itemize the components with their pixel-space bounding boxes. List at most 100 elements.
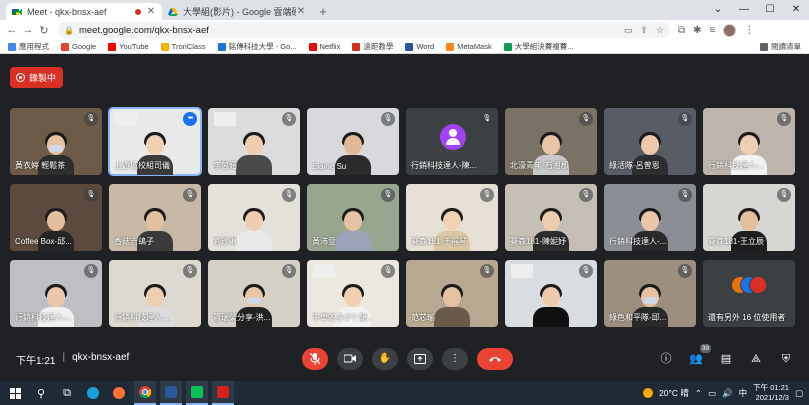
participant-tile[interactable]: ••• 上遊城校組司儀: [108, 107, 202, 176]
participant-name: 范芯瑜: [411, 313, 435, 322]
new-tab-icon[interactable]: +: [314, 3, 332, 20]
extensions-puzzle-icon[interactable]: ✱: [693, 25, 701, 36]
participant-tile[interactable]: 🎙︎ 黃沛萱: [307, 184, 399, 251]
media-control-icon[interactable]: ≡: [710, 25, 716, 36]
clock[interactable]: 下午 01:21 2021/12/3: [753, 383, 789, 403]
participant-tile[interactable]: 🎙︎ 行銷科技達人-...: [604, 184, 696, 251]
bookmark-item[interactable]: 大學組決賽複賽...: [503, 41, 574, 52]
maximize-icon[interactable]: ☐: [757, 0, 783, 20]
bookmark-item[interactable]: 銘傳科技大學 - Go...: [217, 41, 297, 52]
reading-list-button[interactable]: 閱讀清單: [760, 41, 801, 52]
window-controls: ⌄ — ☐ ✕: [705, 0, 809, 20]
participant-name: Elaine Su: [312, 162, 347, 171]
participant-tile[interactable]: 🎙︎ 綠色和平隊-邱...: [604, 260, 696, 327]
host-controls-button[interactable]: ⛨: [777, 348, 795, 370]
lock-icon[interactable]: 🔒: [64, 26, 74, 35]
back-icon[interactable]: ←: [4, 24, 20, 36]
browser-tab-strip: Meet - qkx-bnsx-aef ✕ 大學組(影片) - Google 雲…: [0, 0, 809, 20]
mic-off-icon: 🎙︎: [777, 112, 791, 126]
more-options-button[interactable]: ⋮: [442, 348, 468, 370]
participant-tile[interactable]: 🎙︎ 賽森181-陳妮妤: [505, 184, 597, 251]
notification-icon[interactable]: ▢: [795, 388, 803, 399]
forward-icon[interactable]: →: [20, 24, 36, 36]
participant-tile[interactable]: 🎙︎ 李茵涵: [208, 108, 300, 175]
others-tile[interactable]: 還有另外 16 位使用者: [703, 260, 795, 327]
acrobat-icon[interactable]: [212, 381, 234, 405]
chat-button[interactable]: ▤: [717, 348, 735, 370]
extension-icon[interactable]: ⧉: [678, 25, 685, 36]
meeting-info-separator: |: [62, 352, 66, 363]
network-icon[interactable]: ▭: [708, 388, 716, 399]
participant-tile[interactable]: 🎙︎ 蕭瑞榮分享-洪...: [208, 260, 300, 327]
close-tab-icon[interactable]: ✕: [296, 6, 306, 17]
minimize-icon[interactable]: —: [731, 0, 757, 20]
background-poster: [313, 264, 335, 278]
people-button[interactable]: 👥 39: [687, 344, 711, 370]
participant-tile[interactable]: 🎙︎ 行銷科技達人-...: [109, 260, 201, 327]
weather-text[interactable]: 20°C 晴: [659, 387, 689, 399]
participant-tile[interactable]: 🎙︎ 北濠青年-石湘郡: [505, 108, 597, 175]
participant-tile[interactable]: 🎙︎ 行銷科技達人-陳...: [406, 108, 498, 175]
camera-button[interactable]: [337, 348, 363, 370]
present-button[interactable]: [407, 348, 433, 370]
volume-icon[interactable]: 🔊: [722, 388, 733, 399]
raise-hand-button[interactable]: ✋: [372, 348, 398, 370]
bookmark-item[interactable]: 遠距教學: [352, 41, 393, 52]
chat-icon: ▤: [720, 353, 732, 365]
participant-tile[interactable]: 🎙︎ 香菇吉鴿子: [109, 184, 201, 251]
participant-tile[interactable]: 🎙︎ 黃衣婷 輕鬆茶: [10, 108, 102, 175]
participant-name: 綠色和平隊-邱...: [609, 313, 667, 322]
meeting-details-button[interactable]: ⓘ: [657, 348, 675, 370]
recording-badge[interactable]: 錄製中: [10, 67, 63, 88]
chrome-icon[interactable]: [134, 381, 156, 405]
input-method-indicator[interactable]: 中: [739, 387, 748, 399]
tray-chevron-up-icon[interactable]: ⌃: [695, 388, 702, 399]
bookmark-item[interactable]: Google: [61, 42, 96, 51]
reload-icon[interactable]: ↻: [36, 24, 52, 37]
close-window-icon[interactable]: ✕: [783, 0, 809, 20]
participant-tile[interactable]: 🎙︎ 綠活隊-呂曾恩: [604, 108, 696, 175]
line-icon[interactable]: [186, 381, 208, 405]
participant-tile[interactable]: 🎙︎ 牛車的多少? 胡...: [307, 260, 399, 327]
profile-avatar[interactable]: [723, 23, 737, 37]
bookmark-item[interactable]: TronClass: [160, 42, 206, 51]
bookmark-item[interactable]: MetaMask: [446, 42, 492, 51]
participant-name: 行銷科技達人-...: [114, 313, 172, 322]
bookmark-star-icon[interactable]: ☆: [656, 25, 664, 36]
participant-tile[interactable]: 🎙︎ 賽森181-王立辰: [703, 184, 795, 251]
participant-tile[interactable]: 🎙︎: [505, 260, 597, 327]
participant-tile[interactable]: 🎙︎ Coffee Box-邱...: [10, 184, 102, 251]
word-icon[interactable]: [160, 381, 182, 405]
end-call-button[interactable]: [477, 348, 513, 370]
hand-icon: ✋: [378, 353, 392, 364]
task-view-icon[interactable]: ⧉: [56, 381, 78, 405]
activities-button[interactable]: ⟁: [747, 348, 765, 370]
bookmark-item[interactable]: 應用程式: [8, 41, 49, 52]
edge-icon[interactable]: [82, 381, 104, 405]
participant-tile[interactable]: 🎙︎ 范芯瑜: [406, 260, 498, 327]
close-tab-icon[interactable]: ✕: [146, 6, 156, 17]
bookmark-item[interactable]: YouTube: [108, 42, 149, 51]
participant-name: 行銷科技達人-...: [15, 313, 73, 322]
windows-start-icon[interactable]: [4, 381, 26, 405]
mic-off-button[interactable]: [302, 348, 328, 370]
bookmark-favicon-icon: [503, 42, 512, 51]
participant-tile[interactable]: 🎙︎ 行銷科技達人-...: [10, 260, 102, 327]
mic-off-icon: 🎙︎: [84, 188, 98, 202]
bookmark-item[interactable]: Netflix: [308, 42, 340, 51]
menu-kebab-icon[interactable]: ⋮: [744, 25, 754, 36]
participant-tile[interactable]: 🎙︎ 行銷科技達人-...: [703, 108, 795, 175]
tab-drive[interactable]: 大學組(影片) - Google 雲端硬碟 ✕: [162, 3, 312, 20]
address-bar[interactable]: 🔒 meet.google.com/qkx-bnsx-aef ▭ ⇪ ☆: [58, 22, 670, 38]
firefox-icon[interactable]: [108, 381, 130, 405]
bookmark-label: 應用程式: [19, 42, 49, 51]
tab-meet[interactable]: Meet - qkx-bnsx-aef ✕: [6, 3, 162, 20]
participant-tile[interactable]: 🎙︎ 劉珍琳: [208, 184, 300, 251]
search-icon[interactable]: ⚲: [30, 381, 52, 405]
camera-permission-icon[interactable]: ▭: [624, 25, 633, 36]
participant-tile[interactable]: 🎙︎ Elaine Su: [307, 108, 399, 175]
share-icon[interactable]: ⇪: [640, 25, 648, 36]
chevron-down-icon[interactable]: ⌄: [705, 0, 731, 20]
bookmark-item[interactable]: Word: [405, 42, 434, 51]
participant-tile[interactable]: 🎙︎ 賽森181-于福琴: [406, 184, 498, 251]
